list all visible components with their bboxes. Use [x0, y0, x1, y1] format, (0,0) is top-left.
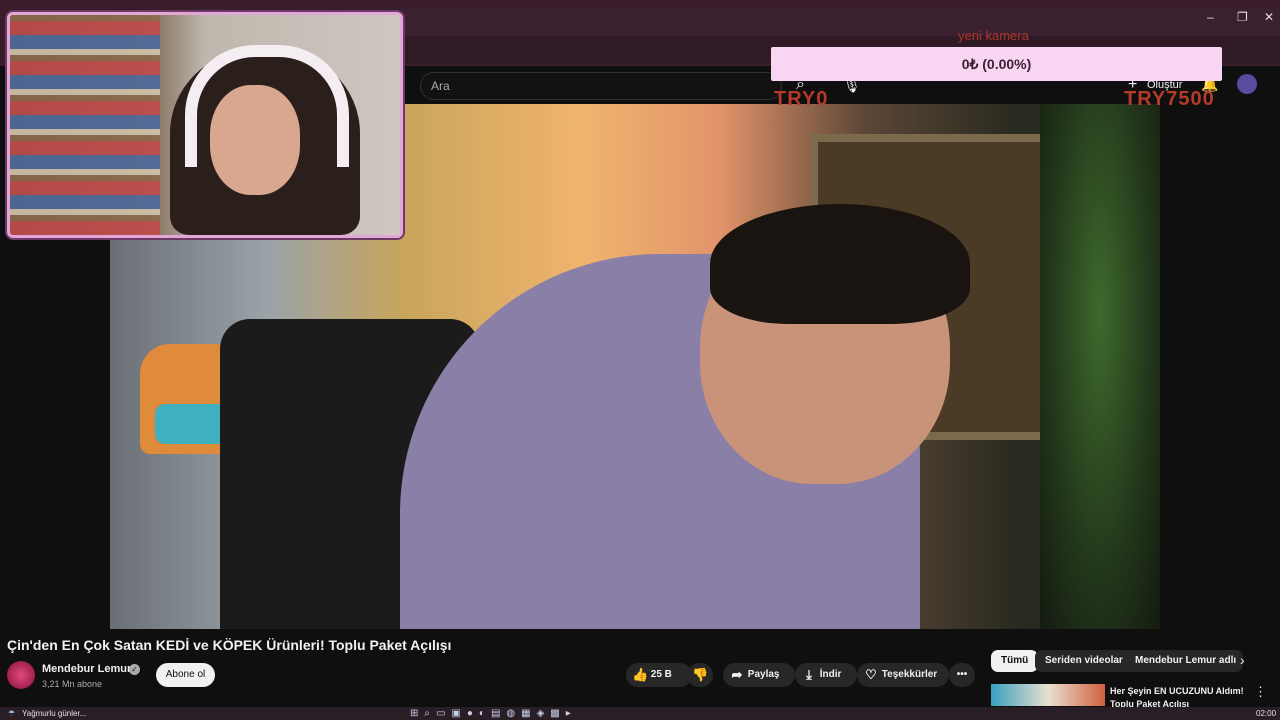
video-scene-plant — [1040, 104, 1160, 629]
chip-series-videos[interactable]: Seriden videolar — [1035, 650, 1133, 672]
taskbar-clock: 02:00 — [1256, 709, 1277, 718]
share-icon: ➦ — [731, 667, 743, 682]
chip-channel-videos[interactable]: Mendebur Lemur adlı — [1125, 650, 1243, 672]
taskbar-weather[interactable]: Yağmurlu günler... — [22, 709, 86, 718]
webcam-bookshelf — [10, 15, 160, 235]
heart-dollar-icon: ♡ — [865, 667, 877, 682]
subscriber-count: 3,21 Mn abone — [42, 679, 103, 689]
recommended-thumbnail[interactable] — [991, 684, 1105, 706]
donation-goal-bar: 0₺ (0.00%) — [771, 47, 1222, 81]
avatar[interactable] — [1237, 74, 1257, 94]
close-button[interactable]: ✕ — [1264, 10, 1274, 24]
like-count: 25 B — [650, 669, 672, 680]
verified-icon: ✓ — [129, 664, 140, 675]
channel-avatar[interactable] — [7, 661, 35, 689]
download-icon: ⤓ — [806, 667, 812, 682]
like-button[interactable]: 👍 25 B — [626, 663, 692, 687]
more-actions-button[interactable]: ••• — [949, 663, 975, 687]
thumbs-down-icon: 👎 — [692, 667, 709, 682]
donation-goal-label: yeni kamera — [958, 28, 1029, 43]
download-label: İndir — [819, 669, 842, 680]
chip-all[interactable]: Tümü — [991, 650, 1039, 672]
browser-tabstrip[interactable] — [400, 8, 1280, 36]
search-input[interactable]: Ara — [420, 72, 782, 100]
download-button[interactable]: ⤓ İndir — [795, 663, 857, 687]
donation-goal-max: TRY7500 — [1124, 88, 1215, 110]
donation-goal-progress: 0₺ (0.00%) — [961, 56, 1032, 72]
thanks-label: Teşekkürler — [881, 669, 938, 680]
headphones-icon — [185, 45, 349, 167]
chevron-right-icon[interactable]: › — [1240, 652, 1245, 668]
dislike-button[interactable]: 👎 — [687, 663, 713, 687]
subscribe-button[interactable]: Abone ol — [156, 663, 215, 687]
kebab-menu-icon[interactable]: ⋮ — [1254, 684, 1267, 700]
channel-name[interactable]: Mendebur Lemur — [42, 663, 131, 675]
share-button[interactable]: ➦ Paylaş — [723, 663, 795, 687]
maximize-button[interactable]: ❐ — [1237, 10, 1248, 24]
webcam-overlay — [7, 12, 403, 238]
minimize-button[interactable]: – — [1207, 10, 1214, 24]
share-label: Paylaş — [747, 669, 780, 680]
taskbar — [0, 707, 1280, 720]
recommended-title[interactable]: Her Şeyin EN UCUZUNU Aldım! Toplu Paket … — [1110, 685, 1250, 707]
thanks-button[interactable]: ♡ Teşekkürler — [857, 663, 949, 687]
video-title: Çin'den En Çok Satan KEDİ ve KÖPEK Ürünl… — [7, 637, 452, 653]
video-scene-person-hair — [710, 204, 970, 324]
donation-goal-min: TRY0 — [774, 88, 829, 110]
weather-icon: ☂ — [8, 709, 16, 718]
taskbar-app-icons[interactable]: ⊞⌕▭▣●◐▤◍▦◈▩▸ — [410, 708, 577, 719]
search-placeholder: Ara — [431, 79, 450, 93]
thumbs-up-icon: 👍 — [632, 667, 649, 682]
